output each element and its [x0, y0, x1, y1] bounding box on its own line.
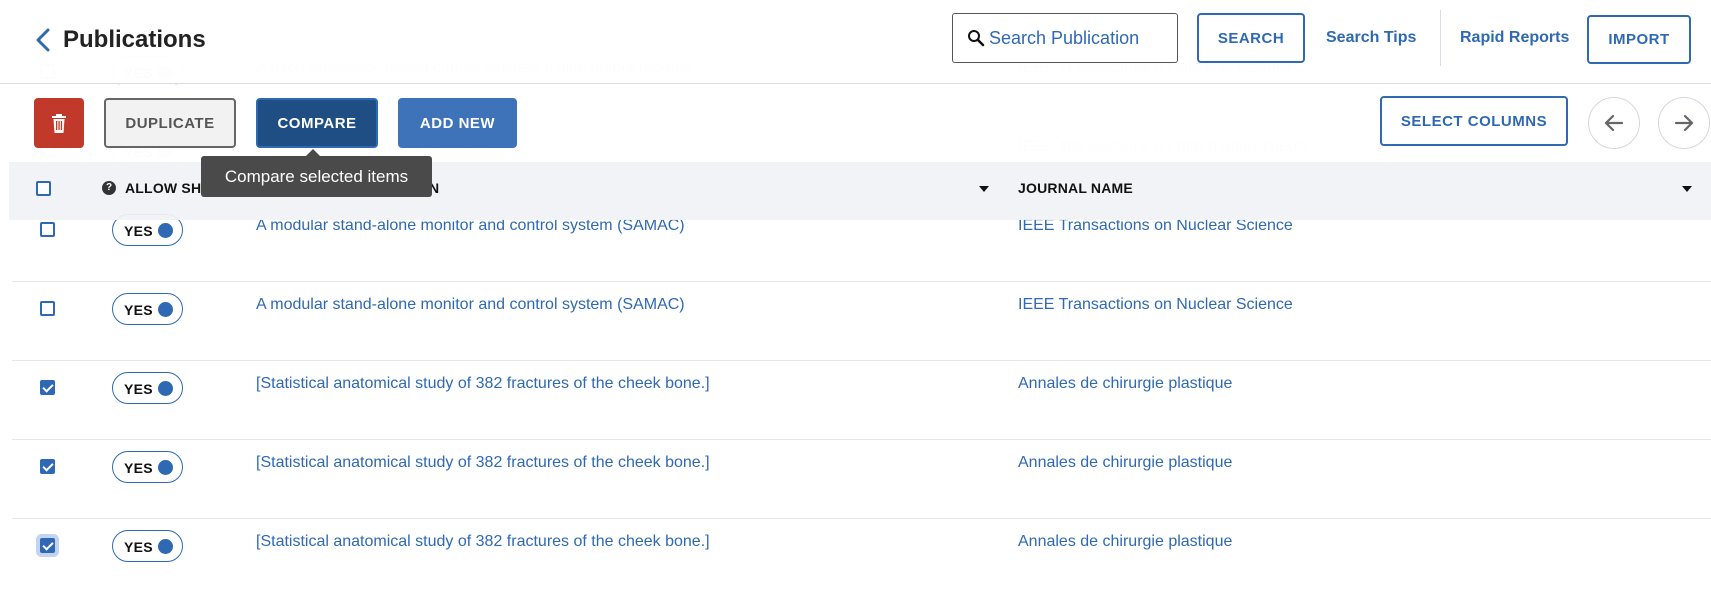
- action-toolbar: DUPLICATE COMPARE ADD NEW SELECT COLUMNS: [0, 85, 1711, 162]
- scroll-right-button[interactable]: [1658, 97, 1710, 149]
- journal-name-link[interactable]: Annales de chirurgie plastique: [1018, 375, 1232, 393]
- help-icon[interactable]: ?: [102, 181, 116, 195]
- table-row[interactable]: YES A modular stand-alone monitor and con…: [12, 282, 1711, 361]
- search-box: [952, 13, 1178, 63]
- row-checkbox[interactable]: [40, 222, 55, 237]
- allow-share-toggle[interactable]: YES: [112, 451, 183, 483]
- publication-title-link[interactable]: [Statistical anatomical study of 382 fra…: [256, 375, 710, 393]
- row-checkbox[interactable]: [40, 459, 55, 474]
- allow-share-toggle[interactable]: YES: [112, 530, 183, 562]
- duplicate-button[interactable]: DUPLICATE: [104, 98, 236, 148]
- toggle-label: YES: [124, 302, 153, 318]
- compare-button[interactable]: COMPARE: [256, 98, 378, 148]
- compare-tooltip: Compare selected items: [201, 149, 432, 197]
- row-checkbox[interactable]: [40, 538, 55, 553]
- publication-title-link[interactable]: [Statistical anatomical study of 382 fra…: [256, 454, 710, 472]
- arrow-left-icon: [1604, 114, 1624, 132]
- toggle-knob: [158, 223, 173, 238]
- journal-name-link[interactable]: Annales de chirurgie plastique: [1018, 454, 1232, 472]
- journal-name-link[interactable]: IEEE Transactions on Nuclear Science: [1018, 296, 1293, 314]
- header-divider: [1440, 10, 1441, 66]
- column-header-allow[interactable]: ALLOW SH: [125, 180, 201, 196]
- back-button[interactable]: [33, 27, 53, 53]
- publications-app: YESA microprocessor-based camac isolated…: [0, 0, 1711, 596]
- journal-sort-caret-icon[interactable]: [1682, 186, 1692, 192]
- row-checkbox[interactable]: [40, 380, 55, 395]
- add-new-button[interactable]: ADD NEW: [398, 98, 517, 148]
- arrow-right-icon: [1674, 114, 1694, 132]
- rapid-reports-link[interactable]: Rapid Reports: [1460, 29, 1569, 47]
- trash-icon: [52, 113, 66, 133]
- search-icon: [968, 30, 985, 47]
- column-header-journal[interactable]: JOURNAL NAME: [1018, 180, 1133, 196]
- chevron-left-icon: [36, 28, 50, 52]
- select-columns-button[interactable]: SELECT COLUMNS: [1380, 96, 1568, 146]
- table-row[interactable]: YES [Statistical anatomical study of 382 …: [12, 519, 1711, 596]
- toggle-label: YES: [124, 460, 153, 476]
- toggle-label: YES: [124, 381, 153, 397]
- publication-title-link[interactable]: A modular stand-alone monitor and contro…: [256, 296, 685, 314]
- publication-title-link[interactable]: [Statistical anatomical study of 382 fra…: [256, 533, 710, 551]
- search-input[interactable]: [989, 24, 1169, 52]
- page-title: Publications: [63, 26, 206, 53]
- allow-share-toggle[interactable]: YES: [112, 372, 183, 404]
- delete-button[interactable]: [34, 98, 84, 148]
- title-sort-caret-icon[interactable]: [979, 186, 989, 192]
- toggle-knob: [158, 302, 173, 317]
- table-row[interactable]: YES [Statistical anatomical study of 382 …: [12, 361, 1711, 440]
- journal-name-link[interactable]: Annales de chirurgie plastique: [1018, 533, 1232, 551]
- allow-share-toggle[interactable]: YES: [112, 293, 183, 325]
- toggle-knob: [158, 539, 173, 554]
- select-all-checkbox[interactable]: [36, 181, 51, 196]
- search-button[interactable]: SEARCH: [1197, 13, 1305, 63]
- row-checkbox[interactable]: [40, 301, 55, 316]
- page-header: Publications SEARCH Search Tips Rapid Re…: [0, 0, 1711, 84]
- search-tips-link[interactable]: Search Tips: [1326, 29, 1416, 47]
- table-row[interactable]: YES [Statistical anatomical study of 382 …: [12, 440, 1711, 519]
- import-button[interactable]: IMPORT: [1587, 15, 1691, 64]
- toggle-knob: [158, 460, 173, 475]
- toggle-knob: [158, 381, 173, 396]
- toggle-label: YES: [124, 539, 153, 555]
- toggle-label: YES: [124, 223, 153, 239]
- scroll-left-button[interactable]: [1588, 97, 1640, 149]
